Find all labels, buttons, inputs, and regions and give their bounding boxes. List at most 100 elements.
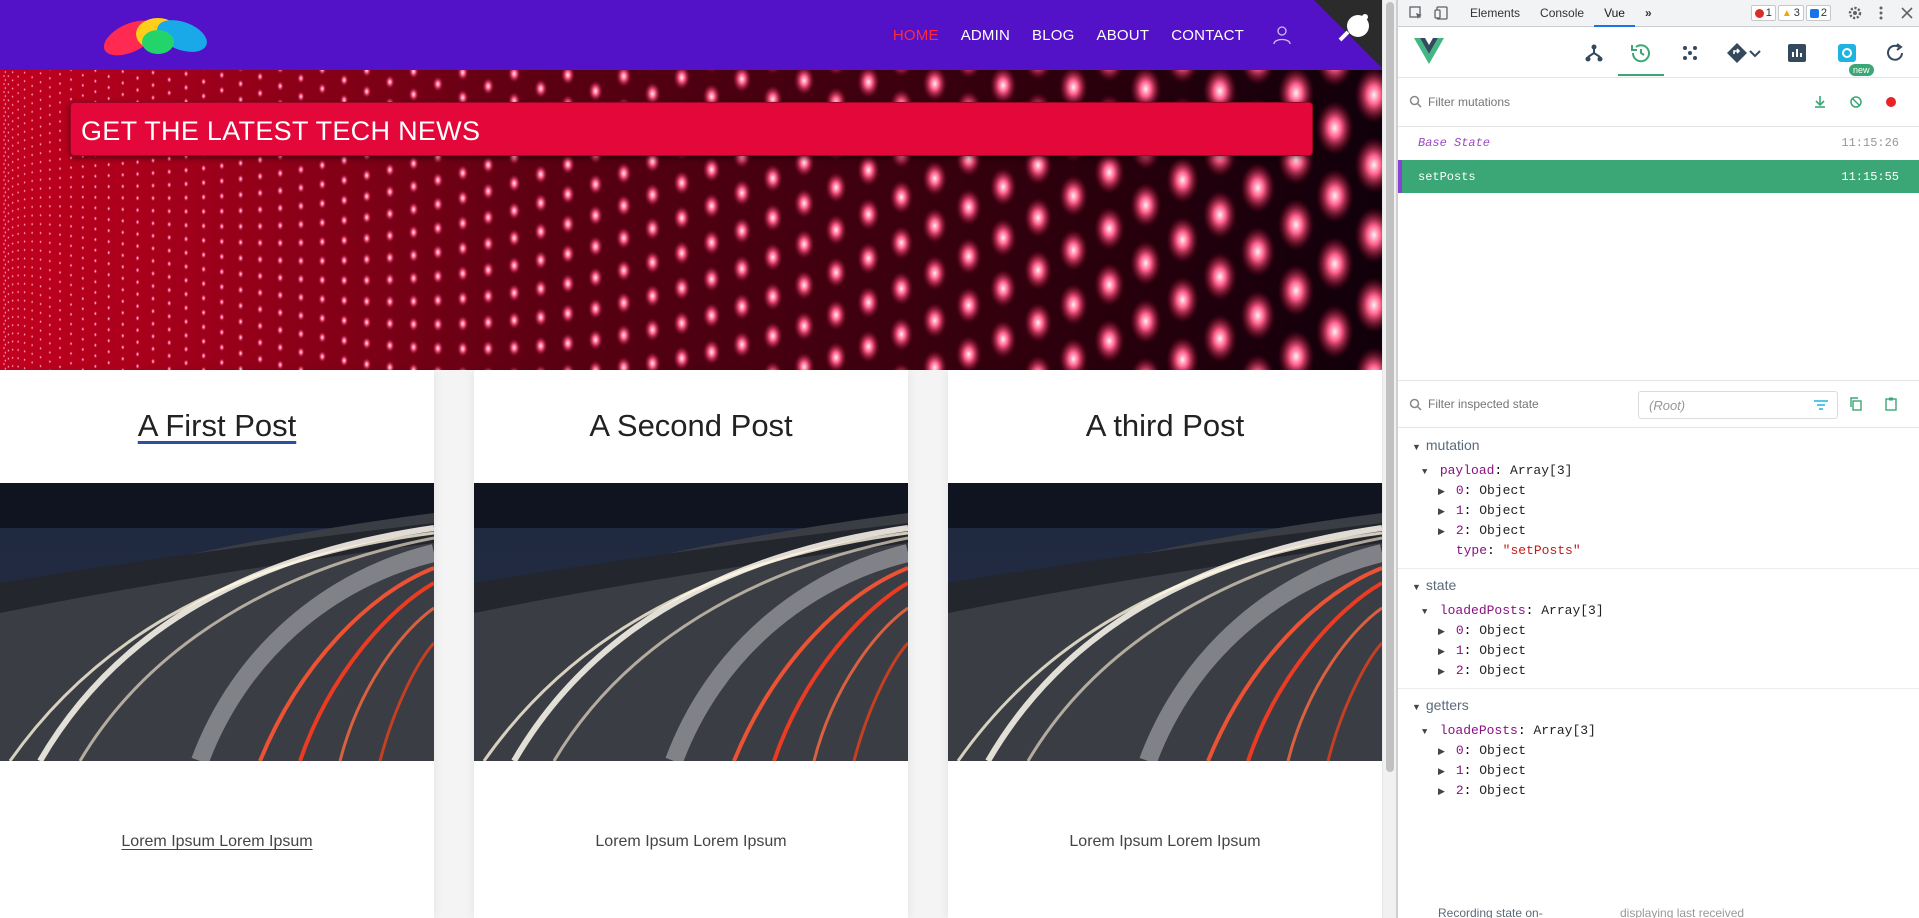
hero-banner: GET THE LATEST TECH NEWS xyxy=(70,102,1313,156)
tree-node[interactable]: ▶ 0: Object xyxy=(1438,623,1526,638)
mutation-name: setPosts xyxy=(1418,170,1476,184)
section-mutation[interactable]: ▼ mutation xyxy=(1412,437,1480,453)
expand-arrow-icon: ▶ xyxy=(1438,627,1445,637)
post-title[interactable]: A First Post xyxy=(0,408,434,444)
expand-arrow-icon: ▼ xyxy=(1422,467,1428,477)
mutation-time: 11:15:26 xyxy=(1841,136,1899,150)
tree-index: 1 xyxy=(1455,763,1464,778)
components-icon[interactable] xyxy=(1582,41,1606,65)
status-footer: Recording state on- displaying last rece… xyxy=(1398,906,1919,918)
post-title[interactable]: A third Post xyxy=(948,408,1382,444)
message-icon xyxy=(1809,8,1819,18)
tree-node[interactable]: ▶ 0: Object xyxy=(1438,743,1526,758)
expand-arrow-icon: ▶ xyxy=(1438,767,1445,777)
tree-value: Object xyxy=(1479,483,1527,498)
routing-dropdown-chevron-icon[interactable] xyxy=(1748,41,1762,65)
post-card[interactable]: A First Post Lorem Ipsum Lorem Ipsum xyxy=(0,370,434,918)
refresh-icon[interactable] xyxy=(1883,41,1907,65)
tree-node[interactable]: ▼ payload: Array[3] xyxy=(1422,463,1572,478)
filter-list-icon xyxy=(1814,400,1828,410)
tab-console[interactable]: Console xyxy=(1530,0,1594,27)
console-counters[interactable]: 1 ▲ 3 2 xyxy=(1750,5,1831,21)
tree-value: Object xyxy=(1479,623,1527,638)
devtools-tabbar: Elements Console Vue » 1 ▲ 3 2 xyxy=(1398,0,1919,27)
nav-about[interactable]: ABOUT xyxy=(1097,27,1150,44)
message-count[interactable]: 2 xyxy=(1805,5,1831,21)
error-count-value: 1 xyxy=(1765,7,1772,19)
state-root-select[interactable]: (Root) xyxy=(1638,391,1838,419)
copy-icon[interactable] xyxy=(1848,396,1864,412)
device-toolbar-icon[interactable] xyxy=(1434,5,1450,21)
revert-all-icon[interactable] xyxy=(1848,94,1864,110)
section-mutation-label: mutation xyxy=(1425,437,1480,453)
warning-count[interactable]: ▲ 3 xyxy=(1777,5,1804,21)
tree-node[interactable]: ▶ 2: Object xyxy=(1438,783,1526,798)
routing-icon[interactable] xyxy=(1725,41,1749,65)
tree-value: Array[3] xyxy=(1510,463,1573,478)
hero-title: GET THE LATEST TECH NEWS xyxy=(81,116,481,146)
tree-index: 2 xyxy=(1455,783,1464,798)
filter-mutations-input[interactable] xyxy=(1428,95,1748,109)
user-icon[interactable] xyxy=(1272,25,1292,45)
nav-contact[interactable]: CONTACT xyxy=(1171,27,1244,44)
expand-arrow-icon: ▶ xyxy=(1438,527,1445,537)
devtools-actions xyxy=(1847,5,1915,21)
mutation-entry-selected[interactable]: setPosts 11:15:55 xyxy=(1398,160,1919,193)
tree-node[interactable]: ▶ 0: Object xyxy=(1438,483,1526,498)
events-icon[interactable] xyxy=(1678,41,1702,65)
page-scrollbar-thumb[interactable] xyxy=(1386,2,1394,772)
tree-node[interactable]: ▶ 2: Object xyxy=(1438,663,1526,678)
settings-icon[interactable] xyxy=(1835,41,1859,65)
tree-index: 1 xyxy=(1455,503,1464,518)
tab-elements[interactable]: Elements xyxy=(1460,0,1530,27)
site-viewport: HOME ADMIN BLOG ABOUT CONTACT GET THE LA… xyxy=(0,0,1382,918)
tree-key: payload xyxy=(1439,463,1495,478)
expand-arrow-icon: ▶ xyxy=(1438,667,1445,677)
expand-arrow-icon: ▼ xyxy=(1412,442,1421,452)
inspect-element-icon[interactable] xyxy=(1408,5,1424,21)
nav-admin[interactable]: ADMIN xyxy=(961,27,1010,44)
paste-icon[interactable] xyxy=(1883,396,1899,412)
post-card[interactable]: A Second Post Lorem Ipsum Lorem Ipsum xyxy=(474,370,908,918)
nav-blog[interactable]: BLOG xyxy=(1032,27,1074,44)
tree-value: Object xyxy=(1479,663,1527,678)
post-image xyxy=(474,483,908,761)
navbar: HOME ADMIN BLOG ABOUT CONTACT xyxy=(0,0,1382,70)
pane-splitter[interactable] xyxy=(1398,380,1919,381)
error-count[interactable]: 1 xyxy=(1750,5,1776,21)
tree-value: Object xyxy=(1479,523,1527,538)
post-title[interactable]: A Second Post xyxy=(474,408,908,444)
tree-node[interactable]: ▶ 1: Object xyxy=(1438,503,1526,518)
settings-gear-icon[interactable] xyxy=(1847,5,1863,21)
page-scrollbar[interactable] xyxy=(1382,0,1396,918)
devtools-panel: Elements Console Vue » 1 ▲ 3 2 new Filte… xyxy=(1398,0,1919,918)
search-icon xyxy=(1409,398,1422,411)
section-state[interactable]: ▼ state xyxy=(1412,577,1456,593)
more-tabs-icon[interactable]: » xyxy=(1635,0,1662,27)
tab-vue[interactable]: Vue xyxy=(1594,0,1635,27)
tree-node[interactable]: ▼ loadePosts: Array[3] xyxy=(1422,723,1596,738)
nav-home[interactable]: HOME xyxy=(893,27,939,44)
post-image xyxy=(948,483,1382,761)
filter-state-input[interactable] xyxy=(1428,397,1618,411)
mutation-entry[interactable]: Base State 11:15:26 xyxy=(1398,126,1919,159)
vuex-history-icon[interactable] xyxy=(1629,41,1653,65)
tree-node[interactable]: ▶ 1: Object xyxy=(1438,643,1526,658)
performance-icon[interactable] xyxy=(1785,41,1809,65)
github-corner-icon[interactable] xyxy=(1302,0,1382,70)
commit-all-icon[interactable] xyxy=(1812,94,1828,110)
expand-arrow-icon: ▼ xyxy=(1412,582,1421,592)
post-preview-text[interactable]: Lorem Ipsum Lorem Ipsum xyxy=(0,833,434,851)
expand-arrow-icon: ▼ xyxy=(1422,727,1428,737)
tree-node[interactable]: ▶ 1: Object xyxy=(1438,763,1526,778)
tree-node[interactable]: ▶ 2: Object xyxy=(1438,523,1526,538)
post-card[interactable]: A third Post Lorem Ipsum Lorem Ipsum xyxy=(948,370,1382,918)
section-getters[interactable]: ▼ getters xyxy=(1412,697,1469,713)
kebab-menu-icon[interactable] xyxy=(1873,5,1889,21)
record-icon[interactable] xyxy=(1883,94,1899,110)
site-logo[interactable] xyxy=(100,14,210,58)
tree-node[interactable]: ▼ loadedPosts: Array[3] xyxy=(1422,603,1604,618)
section-state-label: state xyxy=(1425,577,1457,593)
close-icon[interactable] xyxy=(1899,5,1915,21)
nav-links: HOME ADMIN BLOG ABOUT CONTACT xyxy=(893,0,1292,70)
